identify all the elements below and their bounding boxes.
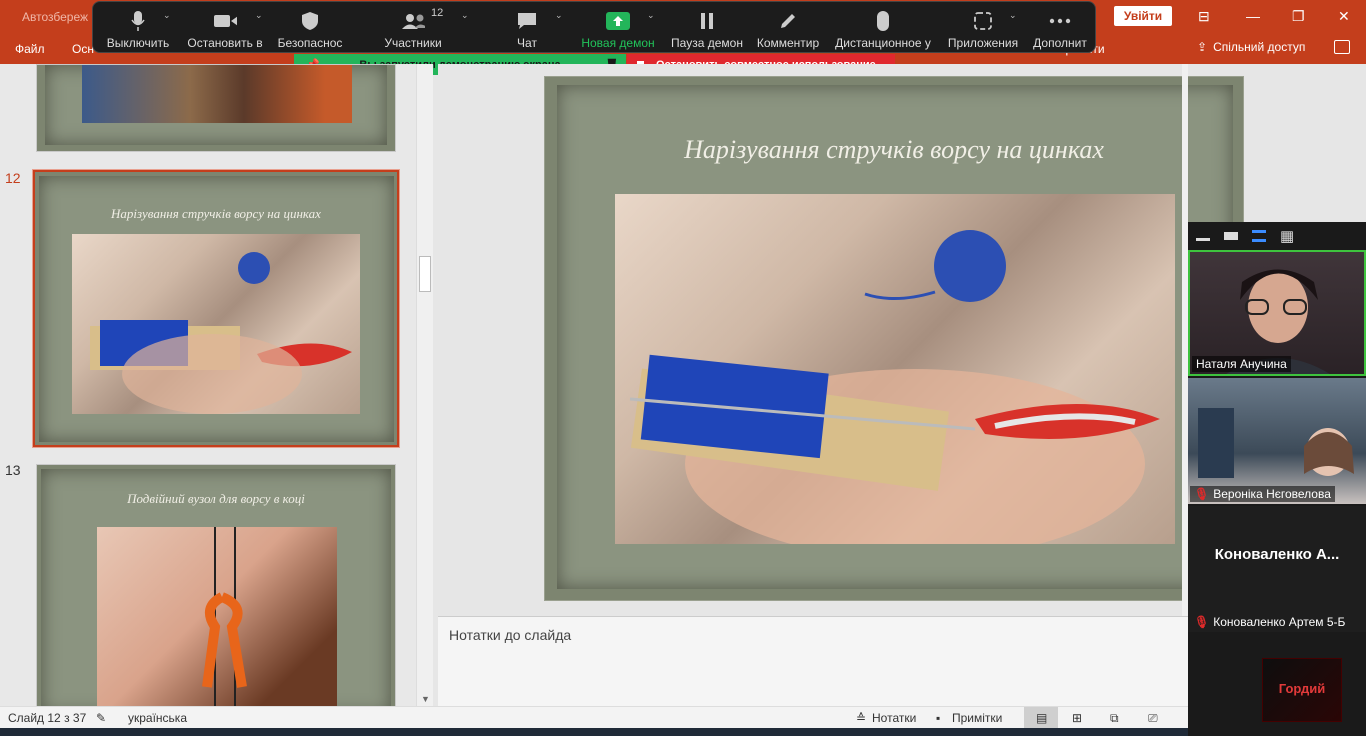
pause-share-button[interactable]: Пауза демон — [667, 2, 747, 54]
share-button[interactable]: ⇪ Спільний доступ — [1197, 40, 1305, 54]
video-tile-no-video[interactable]: Коноваленко А... 🎙 Коноваленко Артем 5-Б — [1188, 506, 1366, 632]
tab-file[interactable]: Файл — [15, 42, 45, 56]
video-tile-active-speaker[interactable]: Наталя Анучина — [1188, 250, 1366, 376]
share-screen-icon — [606, 10, 630, 32]
chevron-down-icon[interactable]: ⌄ — [647, 10, 655, 21]
scrollbar-thumb[interactable] — [419, 256, 431, 292]
chat-button[interactable]: Чат — [503, 2, 551, 54]
more-dots-icon — [1048, 10, 1072, 32]
avatar-logo: Гордий — [1262, 658, 1342, 722]
video-camera-icon — [213, 10, 237, 32]
shield-icon — [298, 10, 322, 32]
stop-video-button[interactable]: ⌄ Остановить в — [185, 2, 265, 54]
microphone-icon — [126, 10, 150, 32]
participants-button[interactable]: 12 Участники — [379, 2, 447, 54]
yarn-cutting-photo — [72, 234, 360, 414]
notes-toggle[interactable]: Нотатки — [872, 711, 916, 725]
minimize-gallery-icon[interactable] — [1196, 237, 1210, 241]
thumbnail-scrollbar[interactable]: ▼ — [416, 64, 433, 706]
close-icon[interactable]: ✕ — [1338, 8, 1350, 25]
loom-photo — [82, 65, 352, 123]
apps-button[interactable]: ⌄ Приложения — [945, 2, 1021, 54]
slide-thumbnail[interactable]: Подвійний вузол для ворсу в коці — [36, 464, 396, 706]
share-label: Спільний доступ — [1213, 40, 1306, 54]
muted-mic-icon: 🎙 — [1194, 615, 1210, 629]
more-button[interactable]: Дополнит — [1027, 2, 1093, 54]
maximize-icon[interactable]: ❐ — [1292, 8, 1305, 25]
login-button[interactable]: Увійти — [1114, 6, 1172, 26]
double-knot-photo — [97, 527, 337, 706]
video-tile[interactable]: 🎙 Вероніка Нєговелова — [1188, 378, 1366, 504]
reading-view-icon[interactable]: ⧉ — [1110, 711, 1119, 726]
taskbar-strip — [0, 728, 1366, 736]
slide-sorter-icon[interactable]: ⊞ — [1072, 711, 1082, 725]
participants-count: 12 — [431, 7, 444, 19]
share-icon: ⇪ — [1197, 40, 1208, 54]
chat-bubble-icon — [515, 10, 539, 32]
slide-editor: Нарізування стручків ворсу на цинках — [438, 64, 1244, 616]
video-tile[interactable]: Гордий — [1188, 634, 1366, 736]
slide-thumbnail-active[interactable]: Нарізування стручків ворсу на цинках — [32, 169, 400, 448]
restore-ribbon-icon[interactable]: ⊟ — [1198, 8, 1210, 25]
new-share-button[interactable]: ⌄ Новая демон — [579, 2, 657, 54]
autosave-label[interactable]: Автозбереж — [22, 10, 88, 24]
current-slide[interactable]: Нарізування стручків ворсу на цинках — [544, 76, 1244, 601]
status-bar: Слайд 12 з 37 ✎ українська ≙ Нотатки ▪ П… — [0, 706, 1366, 728]
comments-icon[interactable] — [1334, 40, 1350, 54]
slide-number: 13 — [5, 462, 21, 478]
notes-placeholder[interactable]: Нотатки до слайда — [449, 627, 571, 643]
pen-icon — [776, 10, 800, 32]
tab-home[interactable]: Осн — [72, 42, 94, 56]
gallery-toolbar: ▦ — [1188, 222, 1366, 250]
normal-view-icon: ▤ — [1036, 711, 1048, 725]
yarn-cutting-photo[interactable] — [615, 194, 1175, 544]
participant-name: 🎙 Вероніка Нєговелова — [1190, 486, 1335, 502]
spellcheck-icon[interactable]: ✎ — [96, 711, 106, 725]
participant-big-name: Коноваленко А... — [1214, 546, 1340, 563]
chevron-down-icon[interactable]: ⌄ — [461, 10, 469, 21]
grid-view-icon[interactable]: ▦ — [1280, 227, 1294, 245]
zoom-video-gallery: ▦ Наталя Анучина 🎙 Вероніка Нєговелова Ко… — [1188, 222, 1366, 736]
slide-counter[interactable]: Слайд 12 з 37 — [8, 711, 86, 725]
strip-view-icon[interactable] — [1252, 230, 1266, 242]
mute-button[interactable]: ⌄ Выключить — [101, 2, 175, 54]
thumbnail-title: Подвійний вузол для ворсу в коці — [127, 491, 305, 506]
slide-thumbnail[interactable] — [36, 64, 396, 152]
zoom-toolbar: ⌄ Выключить ⌄ Остановить в Безопаснос 12… — [92, 1, 1096, 53]
comments-small-icon[interactable]: ▪ — [936, 711, 940, 725]
annotate-button[interactable]: Комментир — [753, 2, 823, 54]
minimize-icon[interactable]: — — [1246, 8, 1260, 24]
apps-icon — [971, 10, 995, 32]
participants-icon — [401, 10, 425, 32]
chevron-down-icon[interactable]: ⌄ — [555, 10, 563, 21]
comments-toggle[interactable]: Примітки — [952, 711, 1002, 725]
participant-name: Наталя Анучина — [1192, 356, 1291, 372]
security-button[interactable]: Безопаснос — [275, 2, 345, 54]
slide-number: 12 — [5, 170, 21, 186]
chevron-down-icon[interactable]: ⌄ — [255, 10, 263, 21]
participant-name: 🎙 Коноваленко Артем 5-Б — [1194, 615, 1346, 629]
slide-title[interactable]: Нарізування стручків ворсу на цинках — [545, 135, 1243, 165]
pause-icon — [695, 10, 719, 32]
notes-pane[interactable]: Нотатки до слайда — [438, 616, 1188, 706]
chevron-down-icon[interactable]: ⌄ — [163, 10, 171, 21]
chevron-down-icon[interactable]: ⌄ — [1009, 10, 1017, 21]
thumbnail-title: Нарізування стручків ворсу на цинках — [111, 206, 321, 221]
slideshow-icon[interactable]: ⎚ — [1148, 711, 1158, 726]
remote-control-button[interactable]: Дистанционное у — [831, 2, 935, 54]
single-view-icon[interactable] — [1224, 232, 1238, 240]
muted-mic-icon: 🎙 — [1194, 487, 1210, 501]
mouse-icon — [871, 10, 895, 32]
notes-icon[interactable]: ≙ — [856, 711, 866, 725]
scroll-down-icon[interactable]: ▼ — [421, 694, 430, 704]
slide-thumbnails-pane: 12 Нарізування стручків ворсу на цинках … — [0, 64, 416, 706]
language-label[interactable]: українська — [128, 711, 187, 725]
